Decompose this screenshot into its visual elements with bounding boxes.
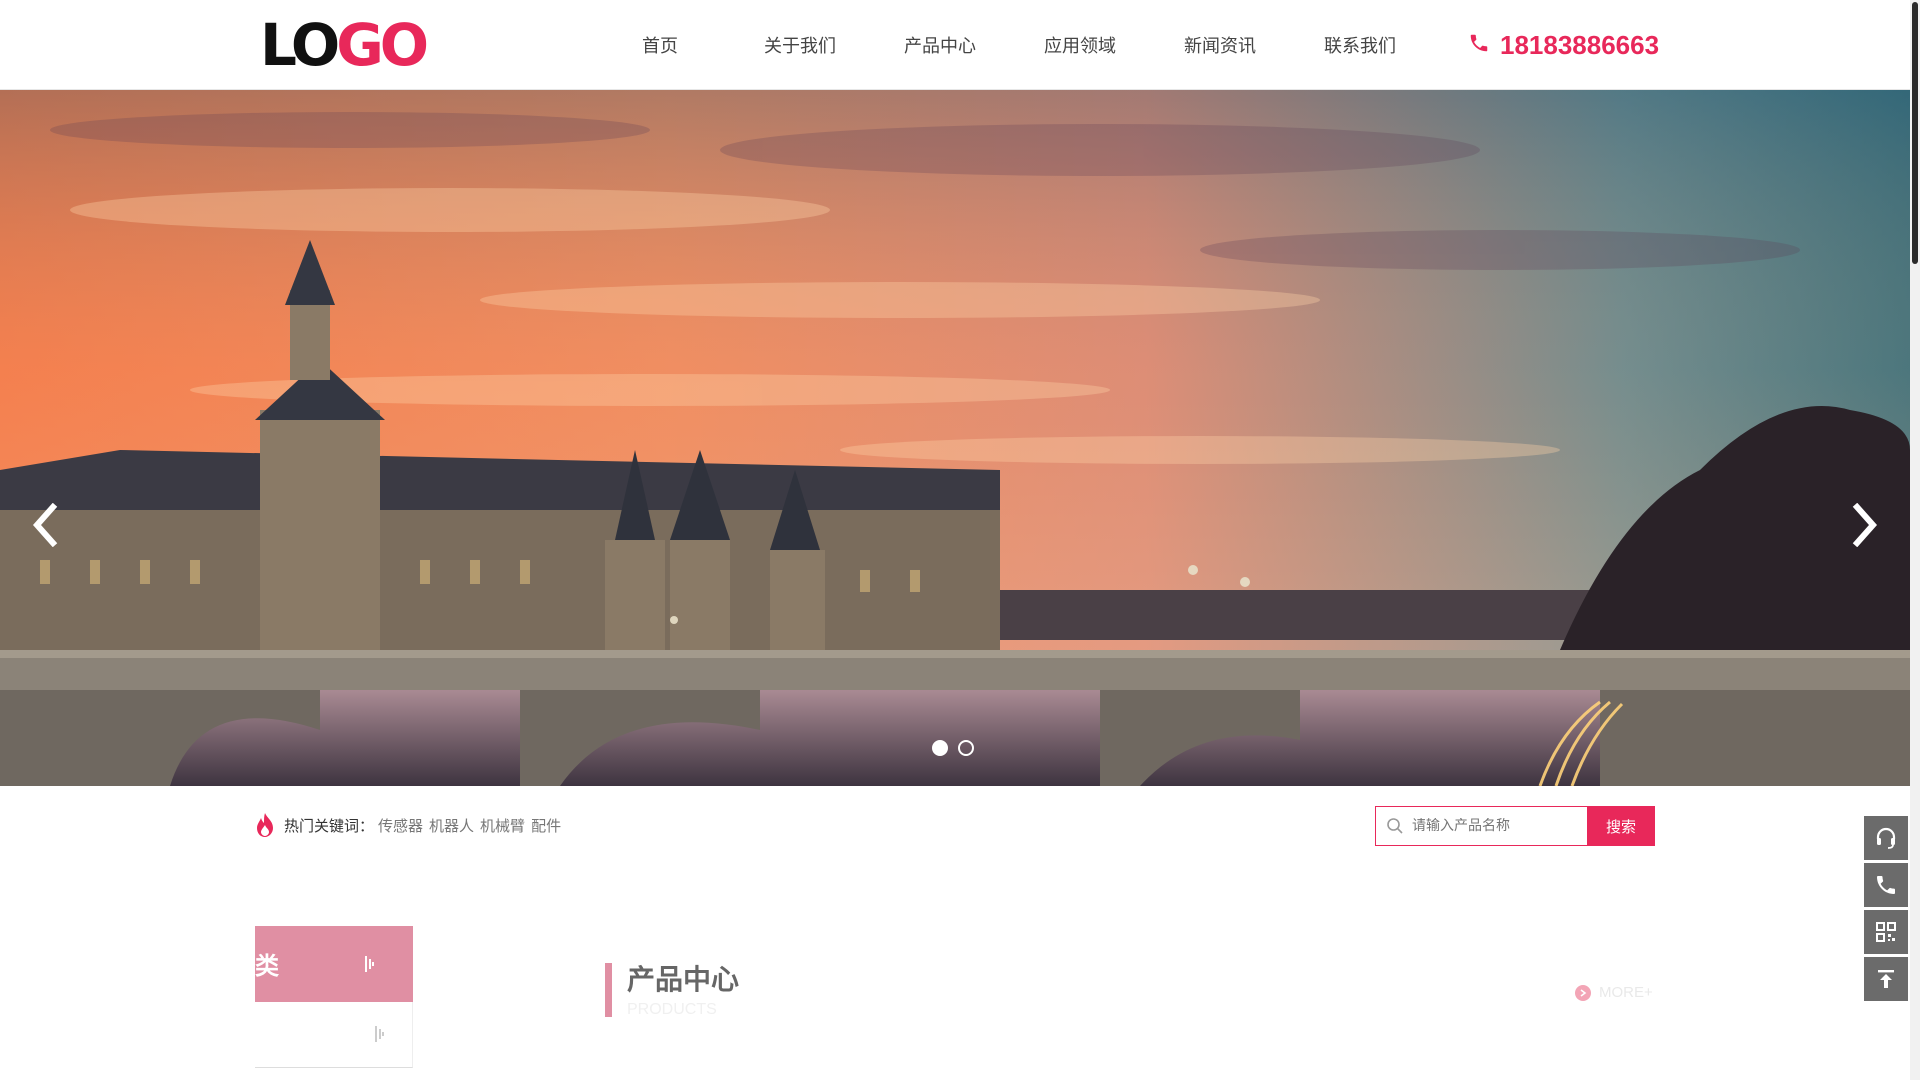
logo-part-dark: LO [260, 11, 340, 79]
hot-keyword-link[interactable]: 传感器 [378, 815, 423, 836]
main-nav: 首页 关于我们 产品中心 应用领域 新闻资讯 联系我们 [590, 0, 1430, 90]
banner-dot-2[interactable] [958, 740, 974, 756]
hot-keyword-link[interactable]: 配件 [531, 815, 561, 836]
phone-number: 18183886663 [1500, 29, 1660, 60]
product-search: 搜索 [1375, 806, 1655, 846]
products-subtitle: PRODUCTS [627, 1001, 717, 1018]
site-header: LOGO 首页 关于我们 产品中心 应用领域 新闻资讯 联系我们 1818388… [0, 0, 1910, 90]
phone-icon [1468, 32, 1490, 58]
banner-dot-1[interactable] [932, 740, 948, 756]
customer-service-button[interactable] [1864, 816, 1908, 860]
banner-pagination [932, 740, 974, 756]
qrcode-button[interactable] [1864, 910, 1908, 954]
banner-prev-button[interactable] [20, 490, 70, 560]
arrow-right-icon [365, 956, 374, 972]
hot-keyword-link[interactable]: 机器人 [429, 815, 474, 836]
hot-keyword-link[interactable]: 机械臂 [480, 815, 525, 836]
category-item[interactable] [255, 1002, 413, 1068]
hot-keywords-list: 传感器 机器人 机械臂 配件 [378, 815, 561, 836]
scrollbar-thumb[interactable] [1912, 2, 1918, 264]
banner-next-button[interactable] [1840, 490, 1890, 560]
chevron-left-icon [32, 503, 58, 547]
chevron-right-icon [1852, 503, 1878, 547]
more-label: MORE+ [1599, 984, 1653, 1001]
page-scrollbar[interactable] [1910, 0, 1920, 1080]
search-icon [1387, 818, 1403, 834]
headset-icon [1876, 827, 1896, 849]
circle-arrow-icon [1575, 984, 1591, 1001]
nav-item-about[interactable]: 关于我们 [730, 32, 870, 58]
banner-photo [0, 90, 1910, 786]
side-tools [1864, 816, 1908, 1001]
nav-item-news[interactable]: 新闻资讯 [1150, 32, 1290, 58]
category-title: 类 [255, 952, 279, 980]
section-accent-bar [605, 963, 612, 1017]
flame-icon [257, 813, 273, 837]
back-to-top-button[interactable] [1864, 957, 1908, 1001]
phone-button[interactable] [1864, 863, 1908, 907]
qrcode-icon [1876, 922, 1896, 942]
header-phone[interactable]: 18183886663 [1468, 26, 1659, 64]
search-button[interactable]: 搜索 [1587, 806, 1655, 846]
search-input[interactable] [1412, 818, 1572, 834]
hot-keywords-bar: 热门关键词： 传感器 机器人 机械臂 配件 [254, 810, 561, 840]
nav-item-applications[interactable]: 应用领域 [1010, 32, 1150, 58]
category-header[interactable]: 类 [255, 926, 413, 1002]
nav-item-products[interactable]: 产品中心 [870, 32, 1010, 58]
more-link[interactable]: MORE+ [1575, 984, 1653, 1001]
phone-icon [1877, 876, 1895, 894]
back-to-top-icon [1878, 970, 1894, 988]
logo-text: LOGO [260, 16, 429, 74]
nav-item-contact[interactable]: 联系我们 [1290, 32, 1430, 58]
products-title: 产品中心 [627, 963, 740, 996]
hot-keywords-label: 热门关键词： [284, 816, 375, 835]
hero-banner [0, 90, 1910, 786]
search-box [1375, 806, 1587, 846]
logo-part-accent: GO [336, 11, 429, 79]
nav-item-home[interactable]: 首页 [590, 32, 730, 58]
arrow-right-icon [375, 1026, 384, 1042]
site-logo[interactable]: LOGO [260, 16, 429, 74]
